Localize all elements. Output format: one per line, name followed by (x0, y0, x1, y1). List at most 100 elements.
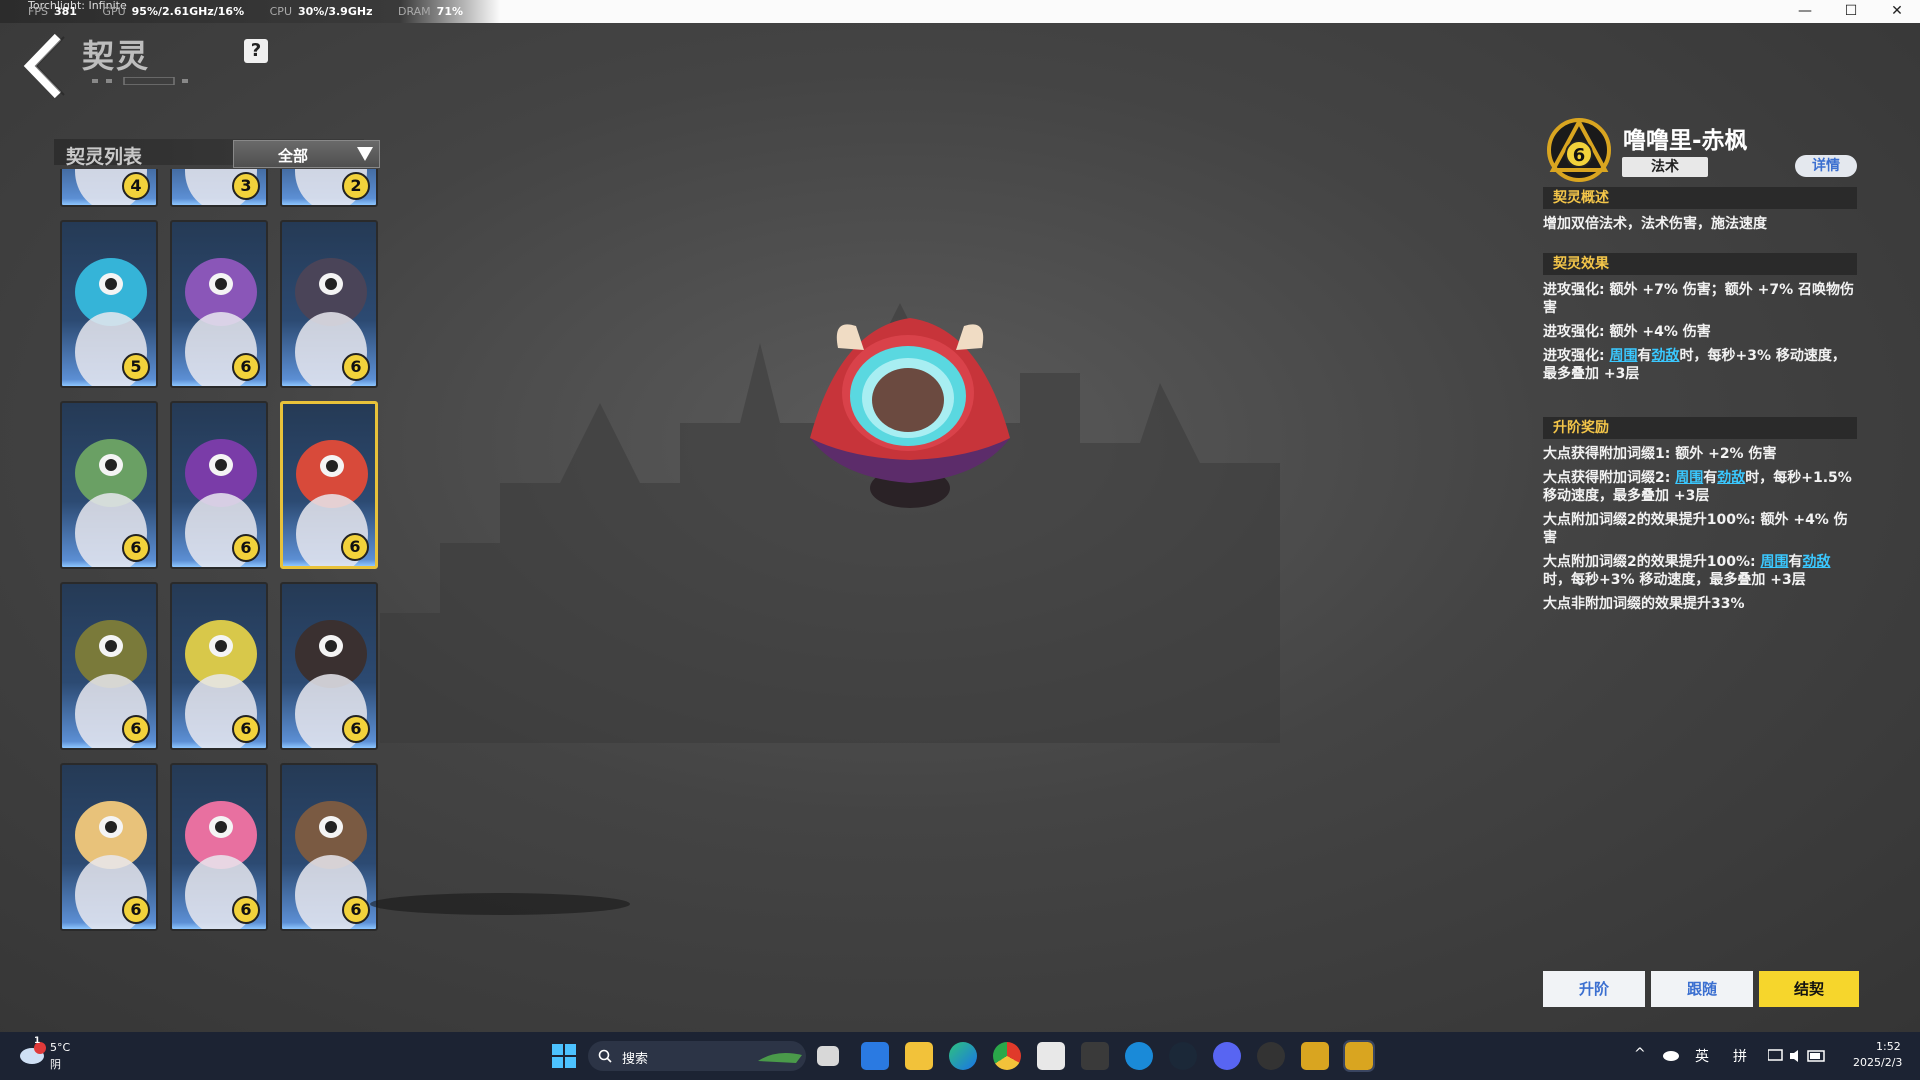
app2-icon[interactable] (1257, 1042, 1285, 1070)
effects-section: 契灵效果 进攻强化: 额外 +7% 伤害；额外 +7% 召唤物伤害 进攻强化: … (1543, 253, 1857, 383)
pet-card[interactable]: 6 (280, 763, 378, 931)
game-launcher-icon[interactable] (1301, 1042, 1329, 1070)
torchlight-icon[interactable] (1343, 1040, 1375, 1072)
pet-card[interactable]: 2 (280, 169, 378, 207)
details-button[interactable]: 详情 (1795, 155, 1857, 177)
pet-card[interactable]: 6 (170, 582, 268, 750)
keyword-link[interactable]: 周围 (1609, 348, 1637, 364)
pet-card[interactable]: 6 (170, 763, 268, 931)
gpu-value: 95%/2.61GHz/16% (131, 5, 245, 18)
overview-text: 增加双倍法术，法术伤害，施法速度 (1543, 216, 1767, 232)
pet-type-badge: 法术 (1622, 157, 1708, 177)
discord-icon[interactable] (1213, 1042, 1241, 1070)
file-explorer-icon[interactable] (905, 1042, 933, 1070)
search-box[interactable]: 搜索 (588, 1041, 806, 1071)
onedrive-icon[interactable] (1662, 1049, 1680, 1061)
keyword-link[interactable]: 周围 (1760, 554, 1788, 570)
overview-title: 契灵概述 (1543, 187, 1857, 209)
rewards-title: 升阶奖励 (1543, 417, 1857, 439)
pet-card[interactable]: 6 (280, 220, 378, 388)
ime-lang[interactable]: 英 (1695, 1046, 1709, 1066)
performance-overlay: Torchlight: Infinite FPS 381 GPU 95%/2.61G… (0, 0, 500, 23)
pet-level-badge: 6 (122, 896, 150, 924)
maximize-button[interactable]: ☐ (1828, 0, 1874, 23)
pet-card[interactable]: 4 (60, 169, 158, 207)
dropdown-arrow-icon (357, 147, 373, 161)
weather-temp: 5°C (50, 1041, 71, 1054)
follow-button[interactable]: 跟随 (1651, 971, 1753, 1007)
keyword-link[interactable]: 周围 (1675, 470, 1703, 486)
pet-level-badge: 5 (122, 353, 150, 381)
minimize-button[interactable]: — (1782, 0, 1828, 23)
taskbar: 1 5°C 阴 搜索 ^ 英 拼 1:52 2025/2/3 (0, 1032, 1920, 1080)
pet-card[interactable]: 6 (280, 401, 378, 569)
pet-level-badge: 6 (232, 896, 260, 924)
pet-card[interactable]: 6 (60, 763, 158, 931)
system-tray-icons[interactable] (1768, 1048, 1826, 1064)
pet-name: 噜噜里-赤枫 (1623, 128, 1748, 154)
pet-grid[interactable]: 4 3 2 5 6 6 6 6 6 6 6 6 6 6 6 (60, 169, 380, 989)
pet-card[interactable]: 6 (60, 401, 158, 569)
pet-card[interactable]: 3 (170, 169, 268, 207)
page-title: 契灵 (82, 37, 151, 75)
filter-dropdown[interactable]: 全部 (233, 140, 380, 168)
search-placeholder: 搜索 (622, 1052, 649, 1067)
start-icon[interactable] (552, 1044, 576, 1068)
pet-card[interactable]: 6 (280, 582, 378, 750)
perf-stats: FPS 381 GPU 95%/2.61GHz/16% CPU 30%/3.9GHz … (28, 5, 485, 19)
reward-item: 大点获得附加词缀1: 额外 +2% 伤害 (1543, 446, 1777, 462)
back-button[interactable] (18, 31, 70, 101)
pet-level-badge: 6 (232, 715, 260, 743)
pet-card[interactable]: 6 (170, 220, 268, 388)
search-icon (598, 1049, 612, 1063)
game-viewport: 契灵 ? 契灵列表 全部 4 3 2 5 6 6 6 6 6 6 6 6 6 6 6 6 噜噜里-赤枫 法术… (0, 23, 1920, 1032)
clock-date[interactable]: 2025/2/3 (1853, 1056, 1902, 1069)
pet-level-badge: 6 (342, 715, 370, 743)
steam-icon[interactable] (1169, 1042, 1197, 1070)
epic-games-icon[interactable] (1081, 1042, 1109, 1070)
edge-icon[interactable] (949, 1042, 977, 1070)
clock-time[interactable]: 1:52 (1876, 1040, 1901, 1053)
pet-level-badge: 6 (232, 353, 260, 381)
effects-title: 契灵效果 (1543, 253, 1857, 275)
pet-level-badge: 6 (342, 896, 370, 924)
contract-button[interactable]: 结契 (1759, 971, 1859, 1007)
effect-item: 进攻强化: 额外 +7% 伤害；额外 +7% 召唤物伤害 (1543, 282, 1854, 316)
effect-item: 进攻强化: 额外 +4% 伤害 (1543, 324, 1711, 340)
title-decoration (92, 77, 188, 85)
keyword-link[interactable]: 劲敌 (1717, 470, 1745, 486)
pet-model (810, 318, 1010, 508)
edge-dev-icon[interactable] (1125, 1042, 1153, 1070)
pet-level-badge: 3 (232, 172, 260, 200)
pet-card[interactable]: 6 (60, 582, 158, 750)
overview-section: 契灵概述 增加双倍法术，法术伤害，施法速度 (1543, 187, 1857, 233)
dram-label: DRAM (397, 5, 431, 18)
keyword-link[interactable]: 劲敌 (1802, 554, 1830, 570)
filter-value: 全部 (277, 147, 308, 165)
close-button[interactable]: ✕ (1874, 0, 1920, 23)
store-icon[interactable] (1037, 1042, 1065, 1070)
help-button[interactable]: ? (244, 39, 268, 63)
chrome-icon[interactable] (993, 1042, 1021, 1070)
pet-card[interactable]: 5 (60, 220, 158, 388)
pet-list-title: 契灵列表 (66, 146, 143, 168)
gpu-label: GPU (102, 5, 126, 18)
window-titlebar: Torchlight: Infinite FPS 381 GPU 95%/2.61G… (0, 0, 1920, 23)
pet-level-badge: 6 (341, 533, 369, 561)
pet-card[interactable]: 6 (170, 401, 268, 569)
ime-mode[interactable]: 拼 (1733, 1046, 1747, 1066)
tray-chevron-up-icon[interactable]: ^ (1634, 1046, 1646, 1062)
pet-level-badge: 6 (122, 715, 150, 743)
cloud-icon[interactable] (18, 1040, 48, 1066)
upgrade-button[interactable]: 升阶 (1543, 971, 1645, 1007)
app-icon[interactable] (861, 1042, 889, 1070)
keyword-link[interactable]: 劲敌 (1651, 348, 1679, 364)
dram-value: 71% (436, 5, 464, 18)
pet-level-badge: 2 (342, 172, 370, 200)
reward-item: 大点附加词缀2的效果提升100%: 额外 +4% 伤害 (1543, 512, 1848, 546)
pet-level-badge: 6 (122, 534, 150, 562)
chevron-left-icon (23, 33, 65, 99)
task-view-icon[interactable] (817, 1046, 839, 1066)
level-emblem-icon: 6 (1547, 117, 1611, 182)
weather-badge: 1 (34, 1036, 41, 1046)
